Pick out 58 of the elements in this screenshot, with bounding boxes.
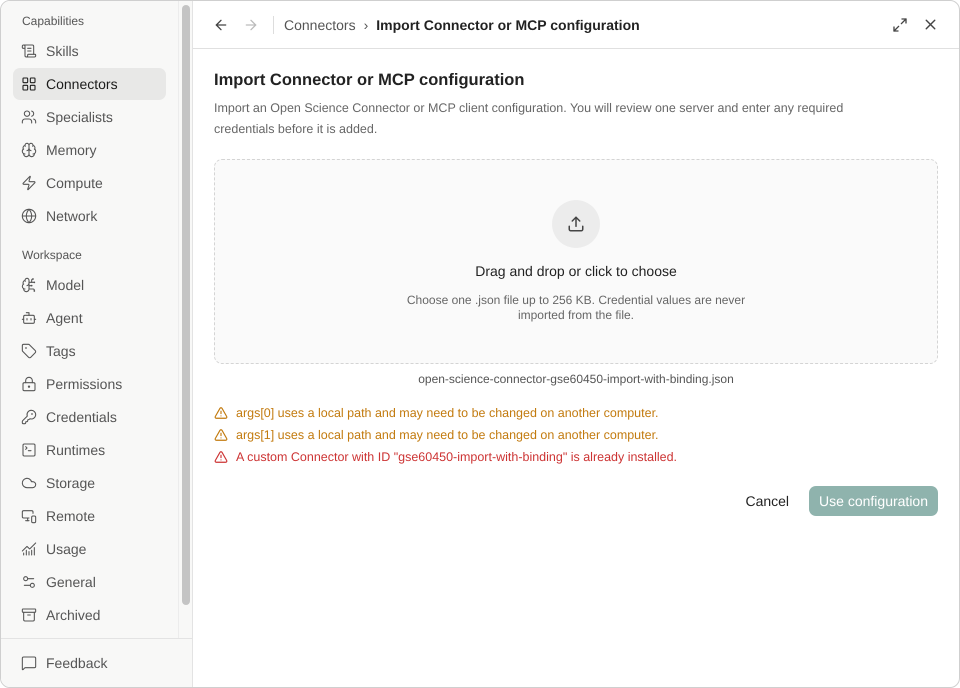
sidebar-item[interactable]: Usage [13,533,166,565]
sidebar-item[interactable]: Agent [13,302,166,334]
sidebar-item[interactable]: Network [13,200,166,232]
warning-icon [214,428,228,442]
warning-icon [214,406,228,420]
sidebar-item[interactable]: Specialists [13,101,166,133]
chart-icon [21,541,37,557]
lightning-icon [21,175,37,191]
grid-icon [21,76,37,92]
expand-button[interactable] [892,16,908,32]
scroll-icon [21,43,37,59]
cancel-button[interactable]: Cancel [733,486,802,516]
dialog-description: Import an Open Science Connector or MCP client configuration. You will review one server and enter any required credentials before it is added. [214,100,844,138]
brain-icon [21,277,37,293]
section-heading: Workspace [21,247,83,264]
lock-icon [21,376,37,392]
sidebar-item[interactable]: Skills [13,35,166,67]
warning-message: args[1] uses a local path and may need to be changed on another computer. [236,428,659,442]
scrollbar-thumb[interactable] [182,5,190,605]
chat-icon [21,655,37,671]
dropzone-hint: Choose one .json file up to 256 KB. Credential values are never imported from the file. [406,293,746,323]
file-dropzone[interactable]: Drag and drop or click to choose Choose one .json file up to 256 KB. Credential values are never imported from the file. [214,159,938,364]
users-icon [21,109,37,125]
breadcrumb-separator: › [364,16,368,32]
sliders-icon [21,574,37,590]
robot-icon [21,310,37,326]
sidebar-item[interactable]: Archived [13,599,166,631]
terminal-icon [21,442,37,458]
monitor-icon [21,508,37,524]
breadcrumb-item: Import Connector or MCP configuration [376,16,640,32]
warning-message: args[0] uses a local path and may need to be changed on another computer. [236,406,659,420]
brain-icon [21,142,37,158]
back-button[interactable] [213,16,229,32]
breadcrumb-item[interactable]: Connectors [284,16,356,32]
sidebar-item[interactable]: Runtimes [13,434,166,466]
file-name: open-science-connector-gse60450-import-with-binding.json [417,372,735,386]
sidebar-item[interactable]: Compute [13,167,166,199]
globe-icon [21,208,37,224]
sidebar-item[interactable]: Memory [13,134,166,166]
tag-icon [21,343,37,359]
dialog-title: Import Connector or MCP configuration [214,71,526,90]
error-message: A custom Connector with ID "gse60450-import-with-binding" is already installed. [236,450,678,464]
sidebar-item[interactable]: General [13,566,166,598]
sidebar-item[interactable]: Connectors [13,68,166,100]
sidebar-item[interactable]: Model [13,269,166,301]
sidebar-item[interactable]: Tags [13,335,166,367]
sidebar-item[interactable]: Remote [13,500,166,532]
upload-icon [552,200,600,248]
sidebar-item[interactable]: Storage [13,467,166,499]
section-heading: Capabilities [21,13,86,30]
cloud-icon [21,475,37,491]
feedback-button[interactable]: Feedback [1,639,192,687]
archive-icon [21,607,37,623]
sidebar-item[interactable]: Credentials [13,401,166,433]
sidebar-item[interactable]: Permissions [13,368,166,400]
dropzone-title: Drag and drop or click to choose [475,263,677,279]
key-icon [21,409,37,425]
warning-icon [214,450,228,464]
